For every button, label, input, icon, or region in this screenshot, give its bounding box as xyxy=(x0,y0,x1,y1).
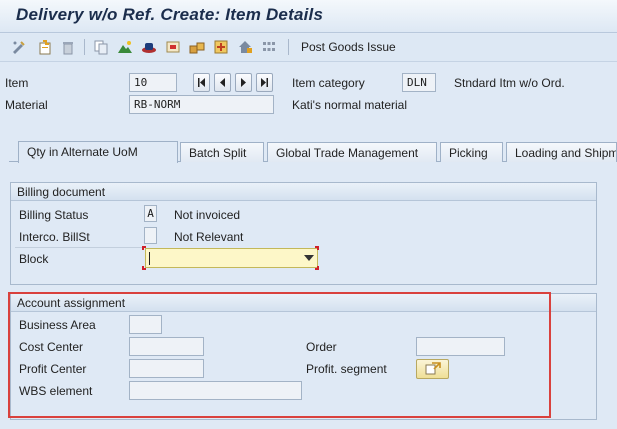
item-category-label: Item category xyxy=(292,76,365,90)
billing-document-title: Billing document xyxy=(11,183,596,201)
focus-corner xyxy=(142,246,146,250)
packages-icon[interactable] xyxy=(188,38,206,56)
billing-document-group: Billing document xyxy=(10,182,597,285)
hat-icon[interactable] xyxy=(140,38,158,56)
next-item-button[interactable] xyxy=(235,73,252,92)
page-title: Delivery w/o Ref. Create: Item Details xyxy=(16,5,324,24)
landscape-icon[interactable] xyxy=(116,38,134,56)
block-dropdown[interactable] xyxy=(145,248,318,268)
focus-corner xyxy=(315,246,319,250)
item-label: Item xyxy=(5,76,29,90)
tab-loading-and-shipment[interactable]: Loading and Shipm xyxy=(506,142,617,162)
item-field[interactable]: 10 xyxy=(129,73,177,92)
create-icon[interactable] xyxy=(36,38,54,56)
post-goods-issue-button[interactable]: Post Goods Issue xyxy=(301,40,396,54)
last-item-button[interactable] xyxy=(256,73,273,92)
toolbar-separator xyxy=(288,39,289,55)
item-category-field[interactable]: DLN xyxy=(402,73,436,92)
grid-icon[interactable] xyxy=(260,38,278,56)
pick-icon[interactable] xyxy=(164,38,182,56)
next-icon xyxy=(241,78,246,87)
focus-corner xyxy=(142,266,146,270)
material-label: Material xyxy=(5,98,48,112)
tab-picking[interactable]: Picking xyxy=(440,142,503,162)
material-field[interactable]: RB-NORM xyxy=(129,95,274,114)
tab-batch-split[interactable]: Batch Split xyxy=(180,142,264,162)
highlight-box xyxy=(8,292,551,418)
chevron-down-icon[interactable] xyxy=(304,255,314,262)
previous-icon xyxy=(220,78,225,87)
pack-icon[interactable] xyxy=(212,38,230,56)
tab-qty-alternate-uom[interactable]: Qty in Alternate UoM xyxy=(18,141,178,163)
previous-item-button[interactable] xyxy=(214,73,231,92)
billing-status-label: Billing Status xyxy=(19,208,89,222)
billing-status-text: Not invoiced xyxy=(174,208,241,222)
tab-global-trade-management[interactable]: Global Trade Management xyxy=(267,142,437,162)
material-description: Kati's normal material xyxy=(292,98,407,112)
interco-billst-text: Not Relevant xyxy=(174,230,244,244)
item-category-text: Stndard Itm w/o Ord. xyxy=(454,76,565,90)
home-icon[interactable] xyxy=(236,38,254,56)
focus-corner xyxy=(315,266,319,270)
delete-icon[interactable] xyxy=(59,38,77,56)
first-icon xyxy=(198,78,205,87)
last-icon xyxy=(261,78,268,87)
block-label: Block xyxy=(19,252,49,266)
billing-status-field[interactable]: A xyxy=(144,205,157,222)
text-cursor xyxy=(149,252,150,265)
change-display-icon[interactable] xyxy=(10,38,28,56)
interco-billst-field[interactable] xyxy=(144,227,157,244)
divider xyxy=(15,247,145,248)
first-item-button[interactable] xyxy=(193,73,210,92)
interco-billst-label: Interco. BillSt xyxy=(19,230,90,244)
toolbar-separator xyxy=(84,39,85,55)
copy-icon[interactable] xyxy=(92,38,110,56)
